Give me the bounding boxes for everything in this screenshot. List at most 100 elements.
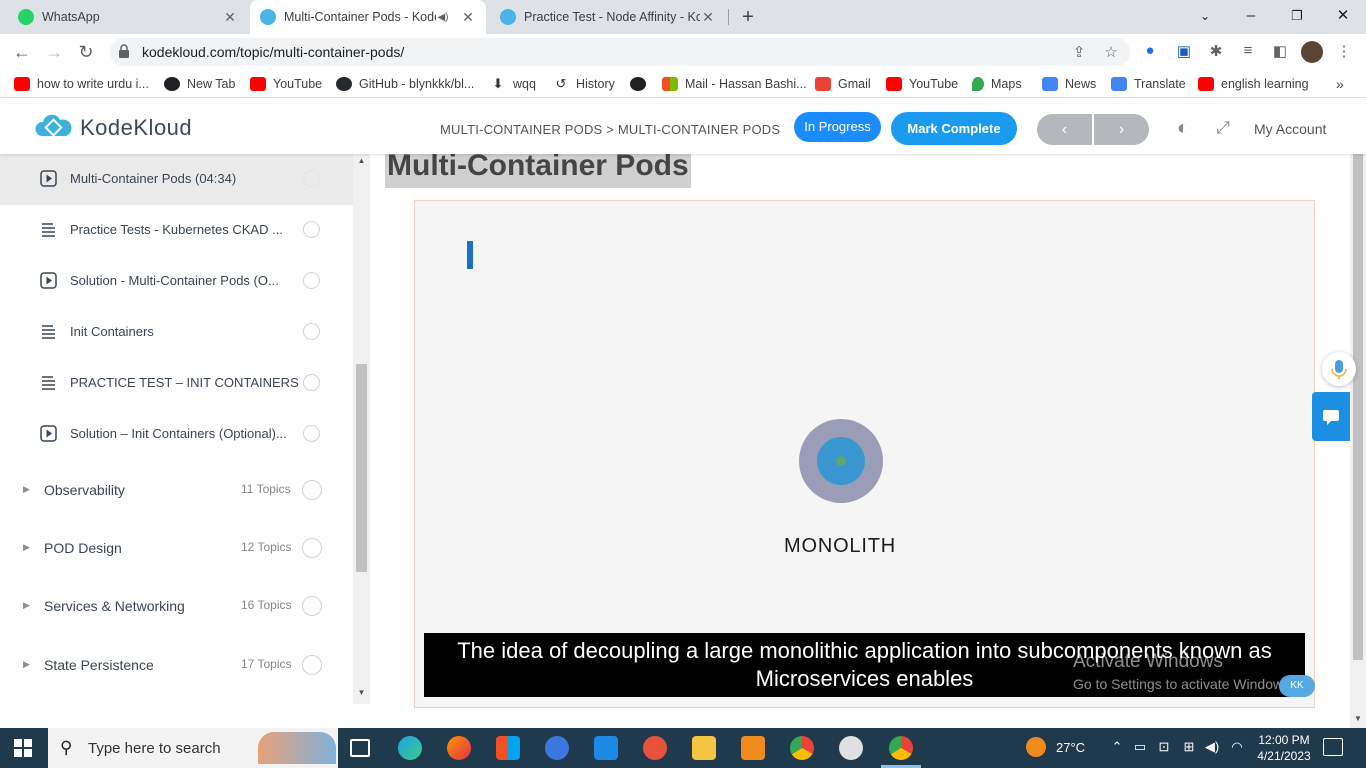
chrome-active-icon[interactable] [881,736,921,768]
bookmark-wqq[interactable]: ⬇ wqq [490,75,536,93]
section-services-networking[interactable]: ▶ Services & Networking 16 Topics [0,578,353,636]
bookmark-github[interactable]: GitHub - blynkkk/bl... [336,75,474,93]
microsoft-store-icon[interactable] [496,736,520,760]
sidebar-scrollbar[interactable]: ▲ ▼ [353,154,370,704]
lesson-status-circle[interactable] [303,425,320,442]
bookmark-youtube[interactable]: YouTube [250,75,322,93]
forward-button[interactable]: → [42,40,66,64]
browser-menu-icon[interactable]: ⋮ [1334,42,1354,62]
settings-app-icon[interactable] [741,736,765,760]
profile-avatar[interactable] [1301,41,1323,63]
notification-icon[interactable] [1323,738,1343,756]
video-player[interactable]: MONOLITH The idea of decoupling a large … [414,200,1315,708]
mail-icon[interactable] [594,736,618,760]
share-icon[interactable]: ⇪ [1070,43,1088,61]
site-header: KodeKloud MULTI-CONTAINER PODS > MULTI-C… [0,104,1366,154]
obs-icon[interactable] [839,736,863,760]
section-status-circle [302,480,322,500]
in-progress-button[interactable]: In Progress [794,112,881,142]
scroll-down-icon[interactable]: ▼ [1350,714,1366,723]
extensions-icon[interactable]: ✱ [1206,42,1226,62]
lesson-item[interactable]: Practice Tests - Kubernetes CKAD ... [0,205,353,256]
minimize-button[interactable]: – [1228,0,1274,34]
bookmark-mail[interactable]: Mail - Hassan Bashi... [662,75,807,93]
tab-practice-test[interactable]: Practice Test - Node Affinity - Ko ✕ [490,0,726,34]
sidebar-scroll-thumb[interactable] [356,364,367,572]
volume-icon[interactable]: ◀) [1203,739,1221,755]
lesson-status-circle[interactable] [303,221,320,238]
media-control-icon[interactable]: ≡ [1238,42,1258,62]
scroll-down-icon[interactable]: ▼ [356,688,367,697]
bookmark-gmail[interactable]: Gmail [815,75,871,93]
lesson-item[interactable]: PRACTICE TEST – INIT CONTAINERS [0,358,353,409]
section-observability[interactable]: ▶ Observability 11 Topics [0,462,353,520]
bookmark-youtube-2[interactable]: YouTube [886,75,958,93]
bookmark-english-learning[interactable]: english learning [1198,75,1309,93]
back-button[interactable]: ← [10,40,34,64]
taskbar-search[interactable]: ⚲ Type here to search [48,728,338,768]
lesson-status-circle[interactable] [303,374,320,391]
lesson-item[interactable]: Multi-Container Pods (04:34) [0,154,353,205]
bookmark-star-icon[interactable]: ☆ [1102,43,1120,61]
lesson-status-circle[interactable] [303,323,320,340]
section-pod-design[interactable]: ▶ POD Design 12 Topics [0,520,353,578]
device-icon[interactable]: ⊞ [1180,739,1198,755]
restore-button[interactable]: ❐ [1274,0,1320,34]
bookmarks-overflow-icon[interactable]: » [1336,75,1344,93]
previous-lesson-button[interactable]: ‹ [1037,114,1092,145]
breadcrumb[interactable]: MULTI-CONTAINER PODS > MULTI-CONTAINER P… [440,122,780,137]
save-extension-icon[interactable]: ▣ [1174,42,1194,62]
close-icon[interactable]: ✕ [700,9,716,26]
bookmark-globe[interactable] [630,75,653,93]
lesson-item[interactable]: Solution - Multi-Container Pods (O... [0,256,353,307]
bookmark-news[interactable]: News [1042,75,1096,93]
mark-complete-button[interactable]: Mark Complete [891,112,1017,145]
close-icon[interactable]: ✕ [460,9,476,26]
tab-whatsapp[interactable]: WhatsApp ✕ [8,0,248,34]
kodekloud-logo[interactable]: KodeKloud [34,114,192,142]
side-panel-icon[interactable]: ◧ [1270,42,1290,62]
voice-extension-icon[interactable]: ● [1140,42,1160,62]
media-app-icon[interactable] [643,736,667,760]
bookmark-translate[interactable]: Translate [1111,75,1186,93]
lesson-item[interactable]: Init Containers [0,307,353,358]
tab-search-icon[interactable]: ⌄ [1182,0,1228,34]
close-icon[interactable]: ✕ [222,9,238,26]
address-bar[interactable]: kodekloud.com/topic/multi-container-pods… [110,38,1130,66]
page-scrollbar[interactable]: ▲ ▼ [1350,104,1366,728]
system-clock[interactable]: 12:00 PM 4/21/2023 [1254,732,1314,764]
windows-start-icon[interactable] [14,739,32,757]
battery-icon[interactable]: ▭ [1131,739,1149,755]
reload-button[interactable]: ↻ [74,40,98,64]
telephony-app-icon[interactable] [545,736,569,760]
next-lesson-button[interactable]: › [1094,114,1149,145]
dark-mode-icon[interactable]: ◐ [1171,116,1195,140]
tab-multi-container-pods[interactable]: Multi-Container Pods - Kode ◀) ✕ [250,0,486,34]
task-view-icon[interactable] [350,739,370,757]
lesson-status-circle[interactable] [303,272,320,289]
wifi-icon[interactable]: ◠ [1228,739,1246,755]
close-window-button[interactable]: ✕ [1320,0,1366,34]
speaker-icon[interactable]: ◀) [436,12,450,23]
edge-icon[interactable] [398,736,422,760]
firefox-icon[interactable] [447,736,471,760]
scroll-up-icon[interactable]: ▲ [356,156,367,165]
fullscreen-icon[interactable]: ⤢ [1211,116,1235,140]
weather-widget[interactable]: 27°C [1026,737,1085,757]
microphone-button[interactable] [1322,352,1356,386]
chat-button[interactable] [1312,392,1350,441]
bookmark-new-tab[interactable]: New Tab [164,75,235,93]
tray-chevron-icon[interactable]: ⌃ [1108,739,1126,755]
my-account-link[interactable]: My Account [1254,121,1326,137]
page-scroll-thumb[interactable] [1353,130,1363,660]
file-explorer-icon[interactable] [692,736,716,760]
bookmark-history[interactable]: ↺ History [553,75,615,93]
new-tab-button[interactable]: + [736,5,760,29]
lesson-item[interactable]: Solution – Init Containers (Optional)... [0,409,353,460]
chrome-icon[interactable] [790,736,814,760]
network-icon[interactable]: ⊡ [1155,739,1173,755]
section-state-persistence[interactable]: ▶ State Persistence 17 Topics [0,637,353,695]
lesson-status-circle[interactable] [303,170,320,187]
bookmark-how-to-write-urdu[interactable]: how to write urdu i... [14,75,149,93]
bookmark-maps[interactable]: Maps [972,75,1022,93]
